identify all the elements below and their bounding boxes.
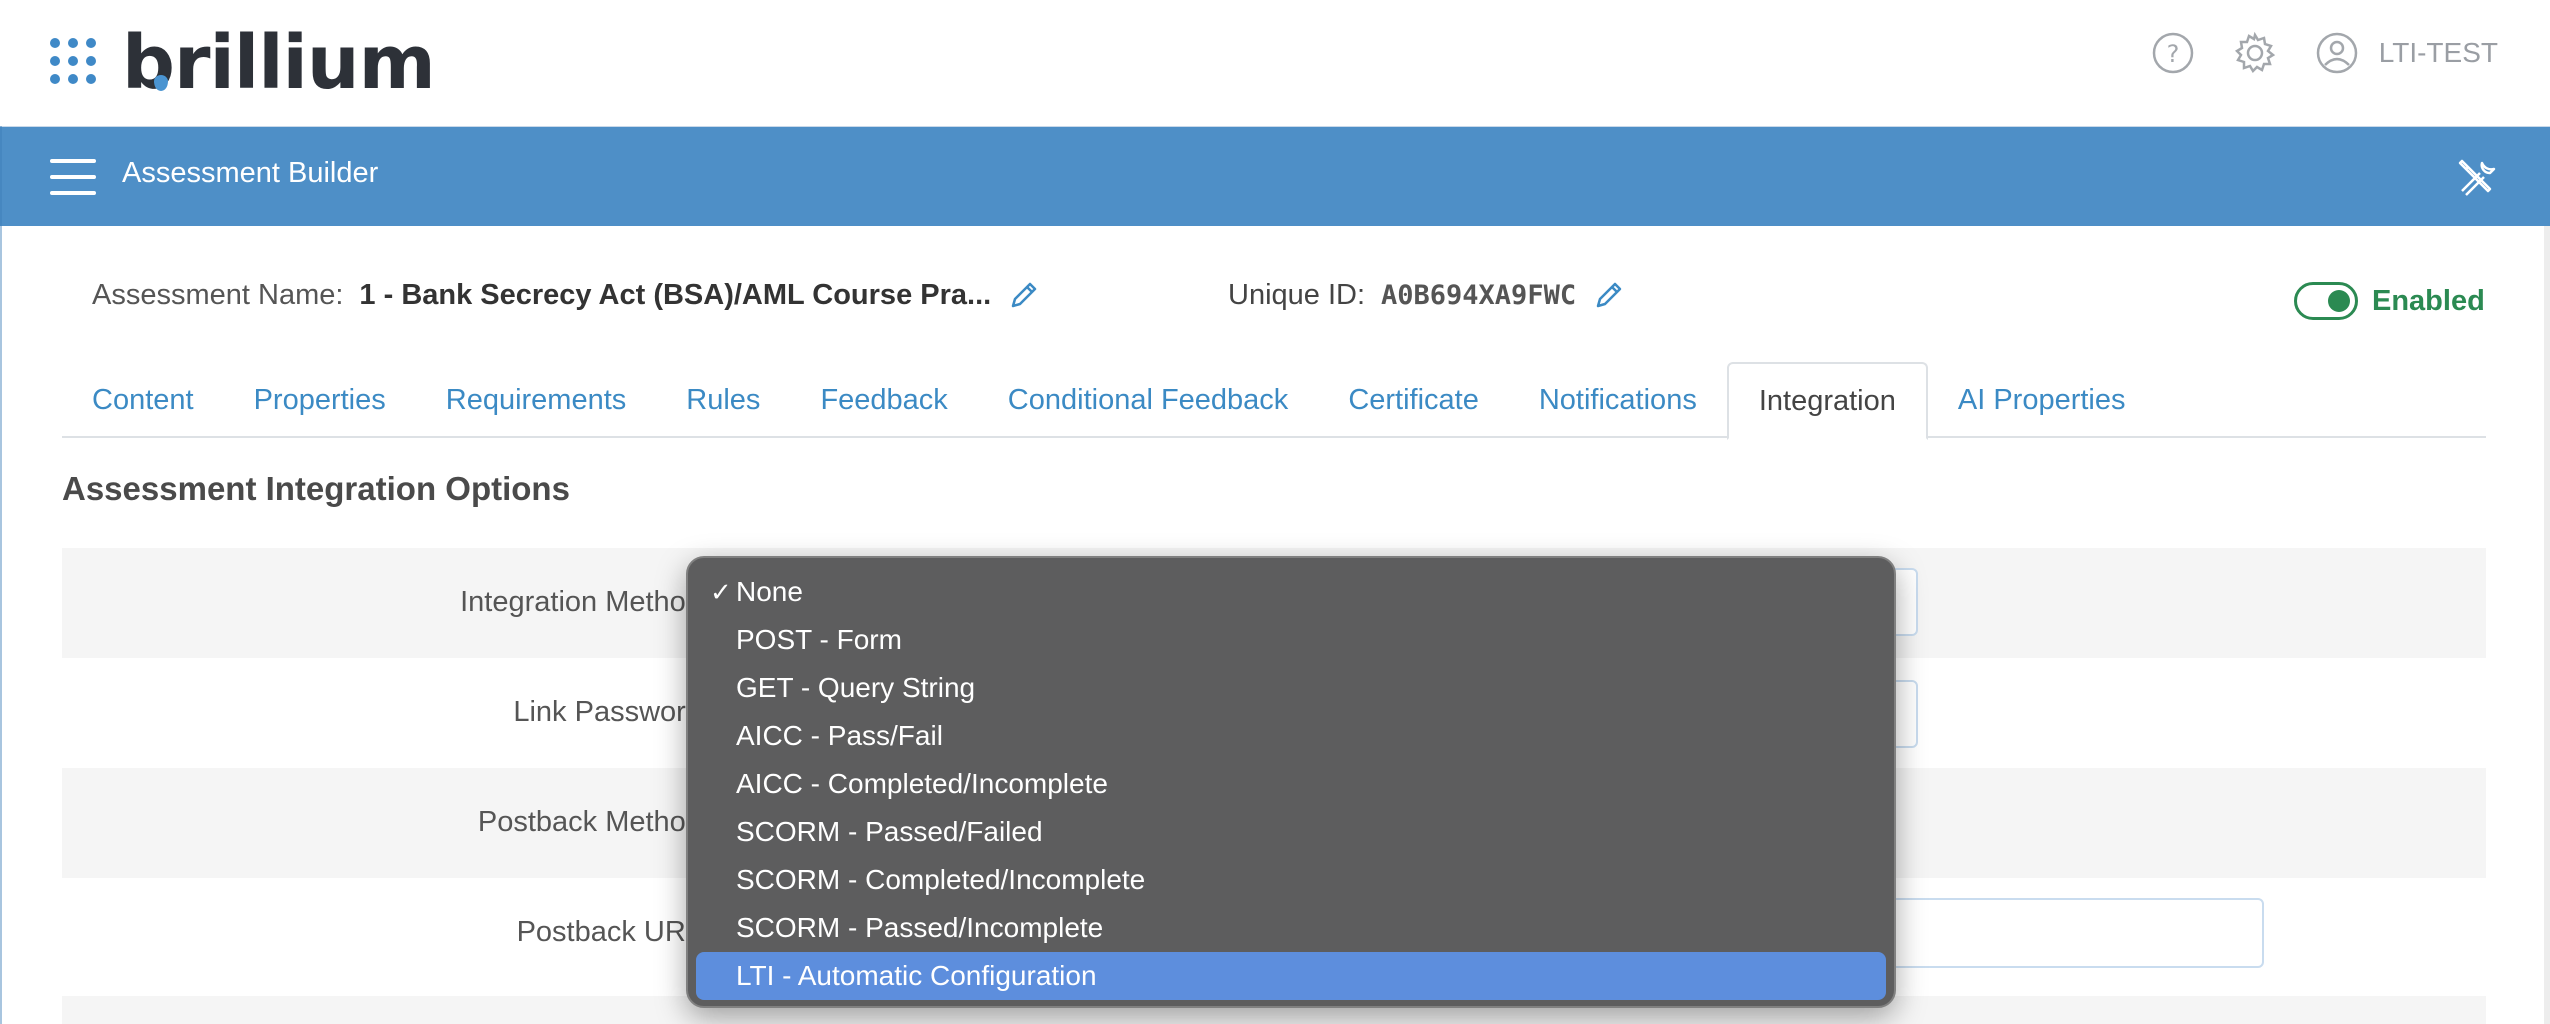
tab-rules[interactable]: Rules xyxy=(656,362,790,438)
integration-method-label: Integration Method: xyxy=(460,586,710,618)
tab-ai-properties[interactable]: AI Properties xyxy=(1928,362,2156,438)
assessment-name-label: Assessment Name: xyxy=(92,278,344,311)
dropdown-option-label: GET - Query String xyxy=(736,672,976,703)
check-icon: ✓ xyxy=(710,577,732,607)
tab-bar: Content Properties Requirements Rules Feedba… xyxy=(62,362,2486,440)
integration-method-dropdown-menu: ✓ None POST - Form GET - Query String AICC -… xyxy=(686,556,1896,1008)
enabled-toggle-group: Enabled xyxy=(2294,282,2485,320)
dropdown-option[interactable]: POST - Form xyxy=(696,616,1886,664)
dropdown-option[interactable]: AICC - Pass/Fail xyxy=(696,712,1886,760)
dropdown-option-label: AICC - Completed/Incomplete xyxy=(736,768,1108,799)
tab-properties[interactable]: Properties xyxy=(224,362,416,438)
edit-uid-pencil-icon[interactable] xyxy=(1592,278,1626,312)
unique-id-row: Unique ID: A0B694XA9FWC xyxy=(1228,278,1626,312)
app-grid-icon[interactable] xyxy=(50,38,96,84)
dropdown-option[interactable]: LTI - Automatic Configuration xyxy=(696,952,1886,1000)
enabled-label: Enabled xyxy=(2372,284,2485,317)
tab-integration[interactable]: Integration xyxy=(1726,362,1928,440)
tab-content[interactable]: Content xyxy=(62,362,224,438)
dropdown-option[interactable]: ✓ None xyxy=(696,568,1886,616)
dropdown-option-label: POST - Form xyxy=(736,624,902,655)
dropdown-option-label: AICC - Pass/Fail xyxy=(736,720,943,751)
dropdown-option[interactable]: SCORM - Completed/Incomplete xyxy=(696,856,1886,904)
dropdown-option[interactable]: SCORM - Passed/Failed xyxy=(696,808,1886,856)
dropdown-option-label: SCORM - Completed/Incomplete xyxy=(736,864,1146,895)
dropdown-option[interactable]: SCORM - Passed/Incomplete xyxy=(696,904,1886,952)
gear-icon[interactable] xyxy=(2233,31,2277,75)
svg-text:?: ? xyxy=(2166,40,2179,68)
dropdown-option-label: SCORM - Passed/Failed xyxy=(736,816,1043,847)
link-password-label: Link Password: xyxy=(513,696,710,728)
tab-feedback[interactable]: Feedback xyxy=(790,362,977,438)
dropdown-option-label: None xyxy=(736,576,803,607)
tab-certificate[interactable]: Certificate xyxy=(1318,362,1509,438)
top-bar: brillium ? LTI-TEST xyxy=(0,0,2550,126)
app-title: Assessment Builder xyxy=(122,157,379,189)
hamburger-icon[interactable] xyxy=(50,159,96,195)
tools-icon[interactable] xyxy=(2454,155,2498,199)
assessment-name-value: 1 - Bank Secrecy Act (BSA)/AML Course Pr… xyxy=(359,278,992,311)
dropdown-option[interactable]: AICC - Completed/Incomplete xyxy=(696,760,1886,808)
unique-id-value: A0B694XA9FWC xyxy=(1381,279,1577,311)
dropdown-option-label: SCORM - Passed/Incomplete xyxy=(736,912,1104,943)
dropdown-option[interactable]: GET - Query String xyxy=(696,664,1886,712)
postback-method-label: Postback Method: xyxy=(477,806,710,838)
app-header: Assessment Builder xyxy=(0,126,2550,226)
tab-conditional-feedback[interactable]: Conditional Feedback xyxy=(978,362,1319,438)
user-name[interactable]: LTI-TEST xyxy=(2379,37,2498,69)
section-title: Assessment Integration Options xyxy=(62,470,570,507)
postback-url-label: Postback URL: xyxy=(516,916,710,948)
help-icon[interactable]: ? xyxy=(2151,31,2195,75)
unique-id-label: Unique ID: xyxy=(1228,278,1366,311)
edit-name-pencil-icon[interactable] xyxy=(1007,278,1041,312)
enabled-toggle[interactable] xyxy=(2294,282,2358,320)
tab-notifications[interactable]: Notifications xyxy=(1509,362,1727,438)
dropdown-option-label: LTI - Automatic Configuration xyxy=(736,960,1097,991)
top-icons: ? LTI-TEST xyxy=(2151,30,2498,76)
tab-requirements[interactable]: Requirements xyxy=(416,362,657,438)
user-icon[interactable] xyxy=(2315,31,2359,75)
brand-logo[interactable]: brillium xyxy=(122,18,436,108)
assessment-name-row: Assessment Name: 1 - Bank Secrecy Act (B… xyxy=(92,278,1041,312)
